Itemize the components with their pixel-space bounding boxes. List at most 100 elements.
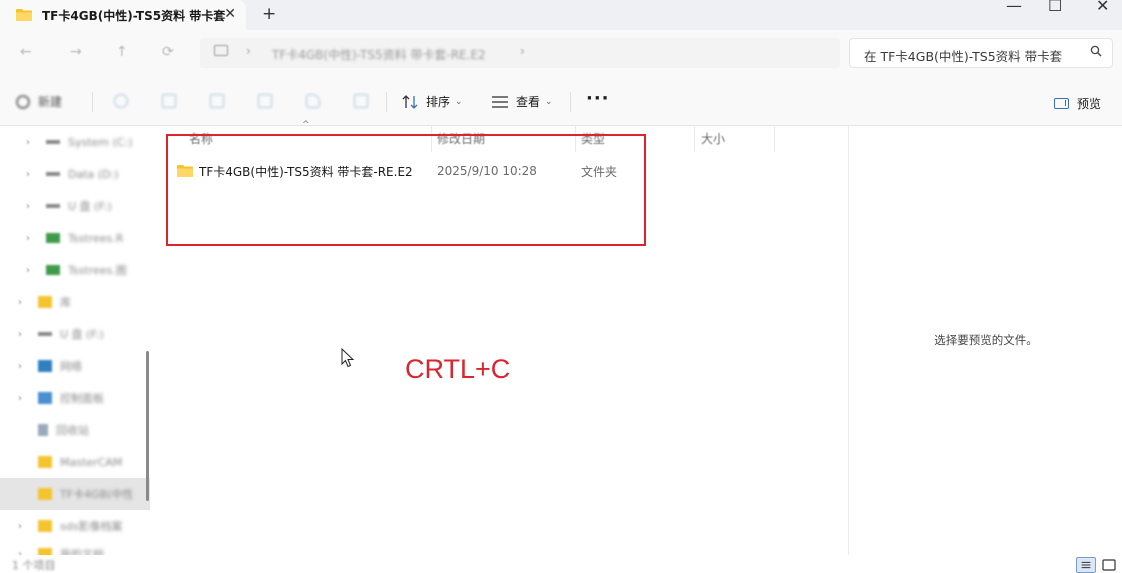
- sidebar-item-label: TF卡4GB(中性: [60, 488, 134, 501]
- annotation-text: CRTL+C: [405, 354, 511, 384]
- navigation-pane: › System (C:) › Data (D:) › U 盘 (F:) › T…: [0, 126, 156, 555]
- sidebar-item-tsstrees-r[interactable]: › Tsstrees.R: [0, 222, 150, 254]
- rename-icon[interactable]: [258, 94, 272, 108]
- tab-title: TF卡4GB(中性)-TS5资料 带卡套: [42, 8, 226, 23]
- folder-icon: [16, 9, 32, 21]
- sidebar-item-label: Tsstrees.图: [68, 264, 127, 277]
- delete-icon[interactable]: [354, 94, 368, 108]
- column-header-size[interactable]: 大小: [701, 130, 725, 147]
- forward-button[interactable]: →: [70, 44, 82, 60]
- sidebar-item-label: Data (D:): [68, 167, 119, 181]
- chevron-right-icon: ›: [18, 392, 22, 404]
- sidebar-item-label: 回收站: [56, 424, 89, 437]
- sidebar-item-label: Tsstrees.R: [68, 231, 124, 245]
- sidebar-item-usb-drive[interactable]: › U 盘 (F:): [0, 190, 150, 222]
- new-button[interactable]: 新建: [16, 93, 62, 110]
- column-divider[interactable]: [694, 126, 695, 152]
- sidebar-item-libraries[interactable]: › 库: [0, 286, 150, 318]
- network-drive-icon: [46, 233, 60, 243]
- preview-pane-icon: [1054, 98, 1069, 109]
- recycle-bin-icon: [38, 424, 48, 436]
- folder-icon: [38, 488, 52, 500]
- more-options-button[interactable]: ···: [586, 88, 610, 109]
- view-button[interactable]: 查看 ⌄: [492, 93, 553, 110]
- address-row: ← → ↑ ⟳ › TF卡4GB(中性)-TS5资料 带卡套-RE.E2 › 在…: [0, 30, 1122, 76]
- view-label: 查看: [516, 95, 541, 109]
- preview-pane-button[interactable]: 预览: [1054, 95, 1101, 112]
- preview-label: 预览: [1077, 97, 1102, 111]
- item-count: 1 个项目: [12, 559, 56, 572]
- toolbar-divider: [570, 92, 571, 112]
- up-button[interactable]: ↑: [116, 44, 128, 60]
- minimize-button[interactable]: —: [1006, 0, 1022, 15]
- details-view-icon[interactable]: [1076, 557, 1096, 573]
- title-bar: TF卡4GB(中性)-TS5资料 带卡套 ✕ + — ☐ ✕: [0, 0, 1122, 30]
- search-input[interactable]: 在 TF卡4GB(中性)-TS5资料 带卡套: [864, 46, 1074, 65]
- column-divider[interactable]: [774, 126, 775, 152]
- drive-icon: [46, 204, 60, 208]
- chevron-right-icon: ›: [18, 520, 22, 532]
- breadcrumb-chevron-icon: ›: [520, 44, 525, 58]
- highlight-annotation-box: [166, 134, 646, 246]
- maximize-button[interactable]: ☐: [1048, 0, 1062, 15]
- chevron-right-icon: ›: [18, 296, 22, 308]
- sidebar-item-data-drive[interactable]: › Data (D:): [0, 158, 150, 190]
- chevron-right-icon: ›: [26, 168, 30, 180]
- sidebar-item-recycle-bin[interactable]: 回收站: [0, 414, 150, 446]
- sort-icon: [402, 94, 418, 109]
- sidebar-item-label: System (C:): [68, 135, 133, 149]
- search-icon: [1090, 45, 1102, 57]
- sort-label: 排序: [426, 95, 451, 109]
- sidebar-item-mastercam[interactable]: MasterCAM: [0, 446, 150, 478]
- search-box[interactable]: 在 TF卡4GB(中性)-TS5资料 带卡套: [849, 38, 1113, 68]
- sidebar-item-system-drive[interactable]: › System (C:): [0, 126, 150, 158]
- control-panel-icon: [38, 392, 52, 404]
- close-tab-icon[interactable]: ✕: [224, 6, 236, 22]
- computer-icon: [214, 45, 228, 56]
- drive-icon: [38, 332, 52, 336]
- large-icons-view-icon[interactable]: [1099, 557, 1119, 573]
- sidebar-item-documents[interactable]: › 我的文档: [0, 538, 150, 555]
- new-tab-button[interactable]: +: [262, 4, 276, 24]
- sidebar-item-tf-card-folder[interactable]: TF卡4GB(中性: [0, 478, 150, 510]
- mouse-cursor-icon: [341, 348, 355, 368]
- add-icon: [16, 94, 30, 109]
- sidebar-item-label: U 盘 (F:): [68, 200, 112, 213]
- sort-button[interactable]: 排序 ⌄: [402, 93, 463, 110]
- preview-pane: 选择要预览的文件。: [848, 126, 1122, 555]
- close-window-button[interactable]: ✕: [1096, 0, 1109, 15]
- share-icon[interactable]: [306, 94, 320, 108]
- refresh-button[interactable]: ⟳: [162, 44, 174, 60]
- sidebar-item-label: 库: [60, 296, 71, 309]
- sidebar-item-label: MasterCAM: [60, 455, 123, 469]
- sidebar-scrollbar[interactable]: [146, 351, 149, 501]
- file-list: ^ 名称 修改日期 类型 大小 TF卡4GB(中性)-TS5资料 带卡套-RE.…: [157, 120, 847, 555]
- cut-icon[interactable]: [114, 94, 128, 108]
- drive-icon: [46, 172, 60, 176]
- sidebar-item-label: 网络: [60, 360, 82, 373]
- network-drive-icon: [46, 265, 60, 275]
- sidebar-item-label: U 盘 (F:): [60, 328, 104, 341]
- chevron-right-icon: ›: [18, 360, 22, 372]
- breadcrumb-chevron-icon: ›: [246, 44, 251, 58]
- breadcrumb-path[interactable]: TF卡4GB(中性)-TS5资料 带卡套-RE.E2: [272, 46, 486, 63]
- file-explorer-window: TF卡4GB(中性)-TS5资料 带卡套 ✕ + — ☐ ✕ ← → ↑ ⟳ ›…: [0, 0, 1122, 573]
- copy-icon[interactable]: [162, 94, 176, 108]
- address-bar[interactable]: › TF卡4GB(中性)-TS5资料 带卡套-RE.E2 ›: [200, 38, 840, 68]
- status-bar: 1 个项目: [0, 555, 1122, 573]
- back-button[interactable]: ←: [20, 44, 32, 60]
- chevron-down-icon: ⌄: [545, 96, 553, 107]
- chevron-right-icon: ›: [26, 200, 30, 212]
- sidebar-item-label: 我的文档: [60, 548, 104, 555]
- command-bar: 新建 排序 ⌄ 查看 ⌄ ··· 预览: [0, 76, 1122, 126]
- drive-icon: [46, 140, 60, 144]
- folder-icon: [38, 456, 52, 468]
- paste-icon[interactable]: [210, 94, 224, 108]
- sidebar-item-tsstrees-pic[interactable]: › Tsstrees.图: [0, 254, 150, 286]
- folder-icon: [38, 520, 52, 532]
- tab-current[interactable]: TF卡4GB(中性)-TS5资料 带卡套 ✕: [0, 0, 246, 30]
- sidebar-item-usb-drive-2[interactable]: › U 盘 (F:): [0, 318, 150, 350]
- sidebar-item-network[interactable]: › 网络: [0, 350, 150, 382]
- sidebar-item-control-panel[interactable]: › 控制面板: [0, 382, 150, 414]
- chevron-right-icon: ›: [26, 232, 30, 244]
